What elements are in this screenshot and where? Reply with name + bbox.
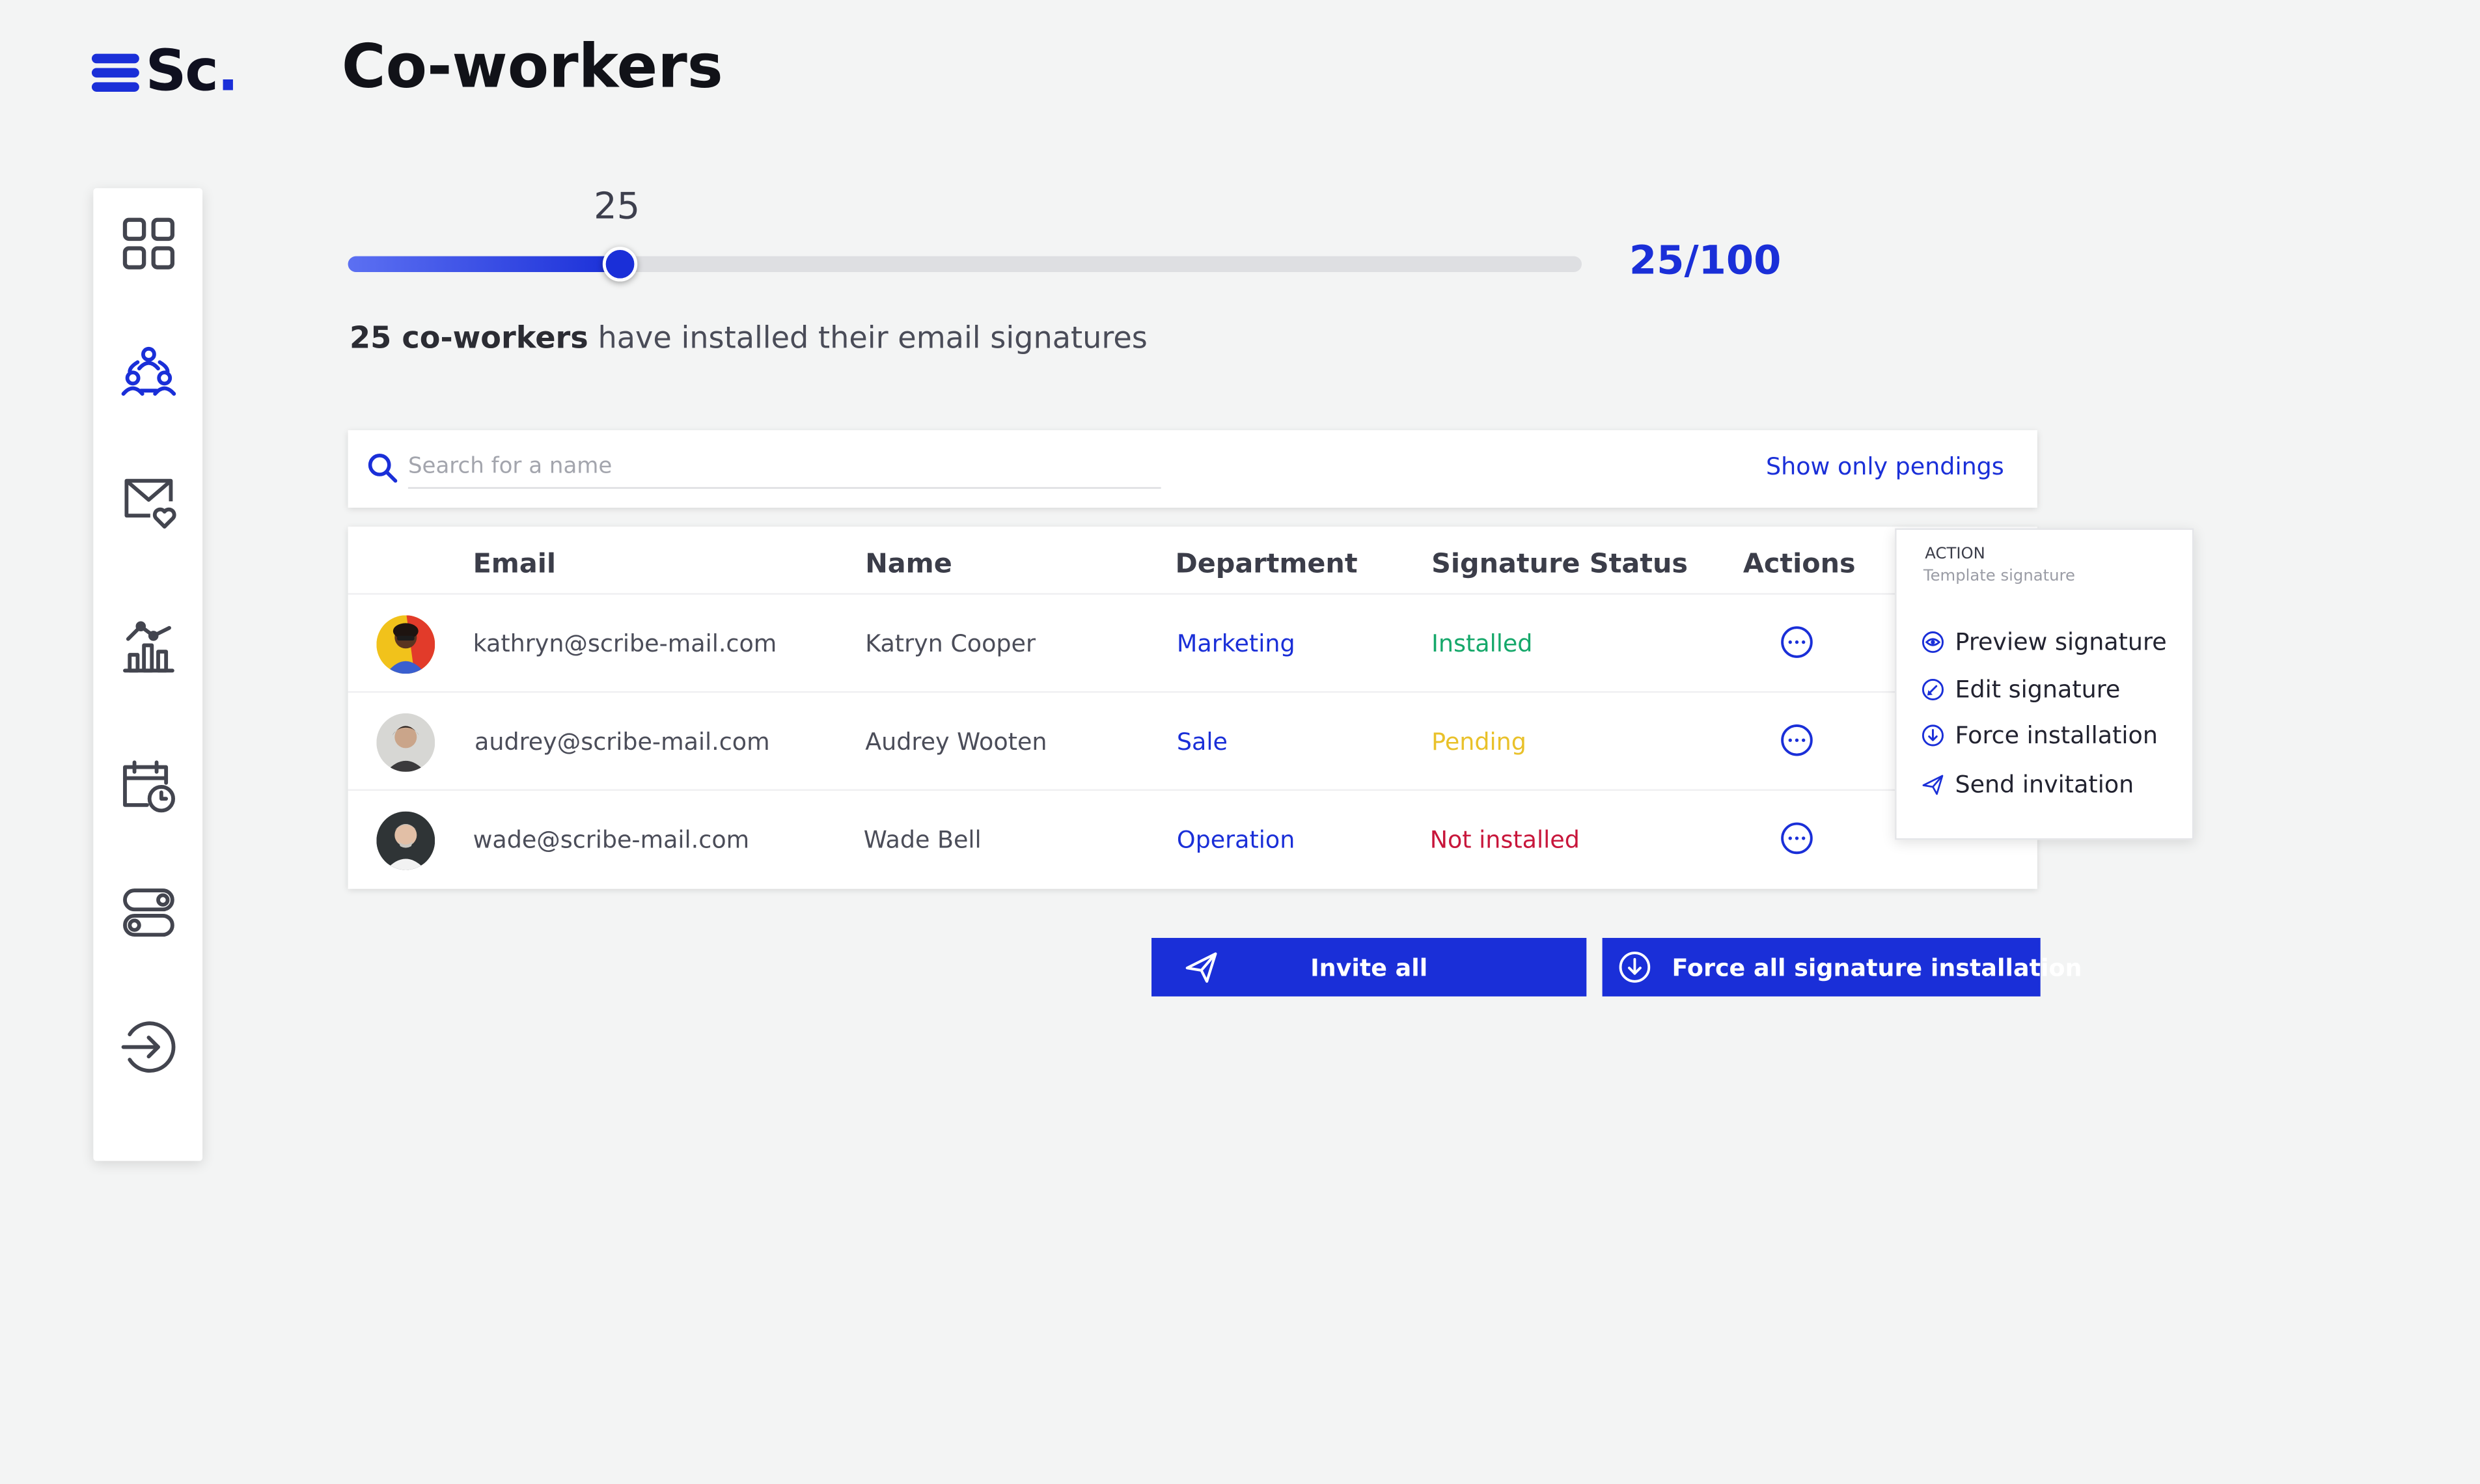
row-name: Audrey Wooten	[865, 727, 1047, 756]
row-signature-status: Installed	[1431, 629, 1533, 658]
invite-all-button[interactable]: Invite all	[1151, 937, 1587, 996]
install-summary: 25 co-workers have installed their email…	[350, 321, 1148, 355]
slider-value-label: 25	[594, 186, 641, 228]
column-header-actions: Actions	[1743, 549, 1856, 581]
force-all-label: Force all signature installation	[1672, 954, 2082, 983]
more-actions-icon[interactable]	[1780, 625, 1814, 659]
row-department: Sale	[1176, 727, 1228, 756]
menu-item-edit-signature[interactable]: Edit signature	[1922, 674, 2120, 706]
search-panel: Show only pendings	[348, 430, 2037, 508]
row-signature-status: Not installed	[1429, 825, 1580, 855]
menu-item-label: Force installation	[1955, 721, 2158, 750]
column-header-email[interactable]: Email	[473, 549, 556, 581]
column-header-signature-status[interactable]: Signature Status	[1431, 549, 1688, 581]
toggles-settings-icon[interactable]	[119, 884, 176, 941]
page-title: Co-workers	[341, 31, 723, 102]
paper-plane-icon	[1922, 775, 1944, 795]
column-header-department[interactable]: Department	[1175, 549, 1357, 581]
menu-item-label: Send invitation	[1955, 770, 2134, 799]
row-name: Katryn Cooper	[865, 629, 1036, 658]
menu-item-label: Preview signature	[1955, 627, 2167, 657]
install-count: 25 co-workers	[350, 321, 588, 356]
calendar-clock-icon[interactable]	[119, 758, 176, 814]
row-name: Wade Bell	[863, 825, 982, 855]
menu-item-preview-signature[interactable]: Preview signature	[1922, 626, 2167, 658]
table-row[interactable]: audrey@scribe-mail.com Audrey Wooten Sal…	[348, 691, 2037, 791]
avatar	[376, 713, 435, 772]
progress-ratio: 25/100	[1629, 237, 1782, 283]
slider-thumb[interactable]	[601, 247, 637, 282]
pencil-icon	[1922, 678, 1944, 701]
co-workers-table: Email Name Department Signature Status A…	[348, 527, 2037, 889]
download-circle-icon	[1922, 724, 1944, 747]
installation-progress-slider[interactable]	[348, 247, 1582, 282]
download-circle-icon	[1619, 952, 1651, 983]
eye-icon	[1922, 631, 1944, 653]
action-menu: ACTION Template signature Preview signat…	[1895, 528, 2194, 840]
avatar	[376, 811, 435, 870]
more-actions-icon[interactable]	[1780, 723, 1814, 758]
row-department: Operation	[1176, 825, 1295, 855]
app-canvas: Sc. Co-workers 25 25/100 25 co-workers h…	[0, 0, 2480, 1483]
logo-bars-icon	[91, 49, 139, 96]
row-email: wade@scribe-mail.com	[473, 825, 750, 855]
row-signature-status: Pending	[1431, 727, 1526, 756]
install-summary-text: have installed their email signatures	[588, 321, 1148, 356]
co-workers-icon[interactable]	[119, 343, 176, 400]
action-menu-subtitle: Template signature	[1923, 568, 2075, 586]
scribe-logo[interactable]: Sc.	[91, 41, 239, 104]
force-all-signature-installation-button[interactable]: Force all signature installation	[1602, 937, 2082, 996]
row-email: audrey@scribe-mail.com	[475, 727, 770, 756]
slider-fill	[348, 256, 620, 272]
row-email: kathryn@scribe-mail.com	[473, 629, 777, 658]
action-menu-title: ACTION	[1925, 545, 1985, 564]
analytics-chart-icon[interactable]	[119, 618, 176, 675]
sidebar	[93, 188, 203, 1161]
logo-wordmark: Sc.	[146, 44, 239, 101]
row-department: Marketing	[1176, 629, 1295, 658]
search-icon	[368, 454, 398, 483]
dashboard-grid-icon[interactable]	[119, 215, 176, 271]
more-actions-icon[interactable]	[1780, 821, 1814, 855]
logout-arrow-icon[interactable]	[119, 1019, 176, 1075]
table-row[interactable]: kathryn@scribe-mail.com Katryn Cooper Ma…	[348, 593, 2037, 693]
table-row[interactable]: wade@scribe-mail.com Wade Bell Operation…	[348, 789, 2037, 889]
search-input[interactable]	[407, 446, 1161, 489]
column-header-name[interactable]: Name	[865, 549, 952, 581]
show-only-pendings-link[interactable]: Show only pendings	[1766, 452, 2004, 481]
logo-dot: .	[217, 39, 239, 105]
mail-heart-icon[interactable]	[119, 473, 176, 530]
menu-item-force-installation[interactable]: Force installation	[1922, 720, 2158, 752]
menu-item-send-invitation[interactable]: Send invitation	[1922, 769, 2134, 801]
menu-item-label: Edit signature	[1955, 675, 2121, 704]
logo-text: Sc	[145, 39, 219, 105]
invite-all-label: Invite all	[1310, 954, 1428, 983]
avatar	[376, 615, 435, 674]
